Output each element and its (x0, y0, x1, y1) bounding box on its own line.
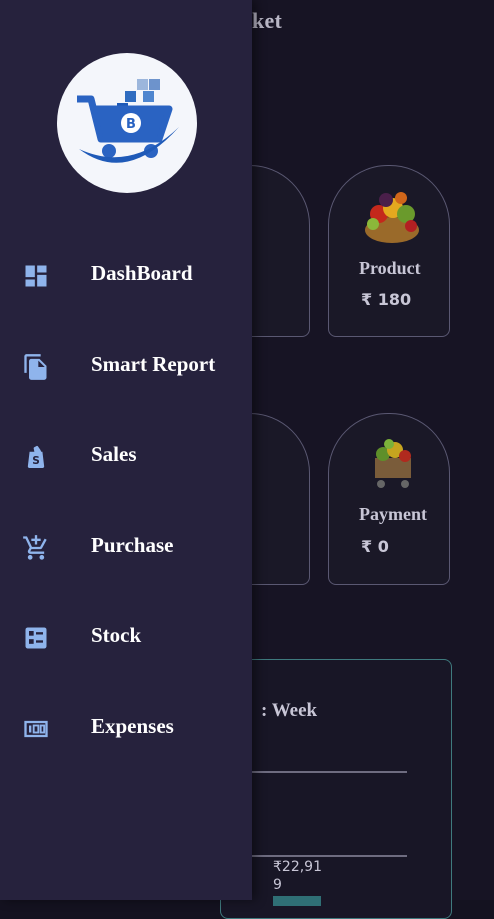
nav-item-stock[interactable]: Stock (0, 608, 252, 668)
nav-label: Sales (91, 442, 137, 466)
nav-item-dashboard[interactable]: DashBoard (0, 246, 252, 306)
nav-item-smart-report[interactable]: Smart Report (0, 337, 252, 397)
report-icon (22, 353, 50, 381)
week-sales-panel: : Week ₹22,919 (220, 659, 452, 919)
chart-gridline (251, 771, 407, 773)
shopping-bag-icon: S (22, 443, 50, 471)
app-logo: B (57, 53, 197, 193)
chart-gridline (251, 855, 407, 857)
nav-label: DashBoard (91, 261, 193, 285)
nav-item-sales[interactable]: S Sales (0, 427, 252, 487)
nav-item-purchase[interactable]: Purchase (0, 518, 252, 578)
payment-label: Payment (359, 504, 427, 524)
payment-value: ₹ 0 (361, 537, 389, 556)
money-icon (22, 715, 50, 743)
cart-logo-icon: B (77, 79, 179, 163)
nav-item-expenses[interactable]: Expenses (0, 699, 252, 759)
nav-label: Purchase (91, 533, 174, 557)
stock-list-icon (22, 624, 50, 652)
nav-label: Stock (91, 623, 142, 647)
svg-text:S: S (32, 455, 40, 467)
cart-icon (22, 534, 50, 562)
dashboard-icon (22, 262, 50, 290)
week-bar (273, 896, 321, 906)
product-value: ₹ 180 (361, 290, 412, 309)
product-label: Product (359, 258, 421, 278)
nav-label: Expenses (91, 714, 174, 738)
nav-label: Smart Report (91, 352, 216, 376)
payment-card[interactable]: Payment ₹ 0 (328, 413, 450, 585)
fruit-basket-icon (365, 192, 419, 243)
navigation-drawer: B DashBoard Smart Report S Sales Purchas… (0, 0, 252, 900)
week-value-label: ₹22,919 (273, 859, 322, 893)
shopping-cart-fruit-icon (375, 439, 411, 488)
product-card[interactable]: Product ₹ 180 (328, 165, 450, 337)
svg-text:B: B (126, 117, 136, 132)
week-panel-title: : Week (261, 700, 318, 721)
